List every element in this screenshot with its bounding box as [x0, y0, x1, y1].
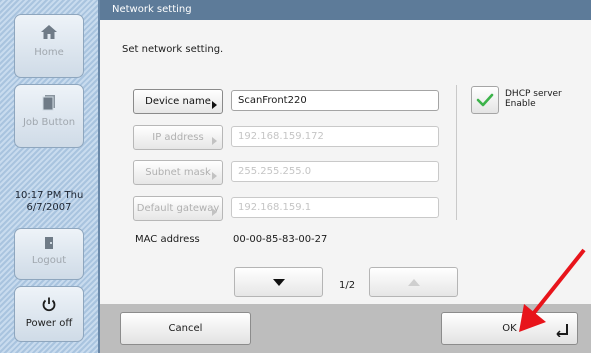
page-up-button[interactable]	[369, 267, 458, 297]
clock-date: 6/7/2007	[26, 202, 72, 213]
home-icon	[41, 25, 57, 39]
arrow-down-icon	[273, 279, 285, 286]
cancel-button-label: Cancel	[168, 323, 203, 334]
clock-time: 10:17 PM Thu	[14, 190, 84, 201]
main-panel: Network setting Set network setting. Dev…	[100, 0, 591, 353]
page-indicator: 1/2	[339, 280, 356, 291]
subnet-mask-field[interactable]: 255.255.255.0	[231, 161, 439, 182]
arrow-up-icon	[408, 279, 420, 286]
home-label: Home	[34, 47, 64, 58]
default-gateway-field[interactable]: 192.168.159.1	[231, 197, 439, 218]
logout-label: Logout	[31, 255, 67, 266]
dhcp-checkbox[interactable]	[471, 86, 499, 114]
ip-address-field[interactable]: 192.168.159.172	[231, 126, 439, 147]
ip-address-button-label: IP address	[152, 132, 204, 143]
ok-button-label: OK	[502, 323, 517, 334]
screen: Home Job Button 10:17 PM Thu 6/7/2007 Lo…	[0, 0, 591, 353]
power-off-button[interactable]: Power off	[14, 286, 84, 342]
clock: 10:17 PM Thu 6/7/2007	[0, 190, 98, 214]
default-gateway-button-label: Default gateway	[136, 203, 220, 214]
job-button[interactable]: Job Button	[14, 84, 84, 148]
home-button[interactable]: Home	[14, 14, 84, 78]
job-button-label: Job Button	[22, 117, 76, 128]
default-gateway-button[interactable]: Default gateway	[133, 196, 223, 221]
ip-address-button[interactable]: IP address	[133, 125, 223, 150]
right-arrow-icon	[212, 172, 217, 180]
device-name-button-label: Device name	[145, 96, 211, 107]
mac-address-label: MAC address	[135, 234, 200, 245]
right-arrow-icon	[212, 208, 217, 216]
right-arrow-icon	[212, 137, 217, 145]
device-name-field[interactable]: ScanFront220	[231, 90, 439, 111]
ok-button[interactable]: OK	[441, 312, 578, 345]
page-down-button[interactable]	[234, 267, 323, 297]
cancel-button[interactable]: Cancel	[120, 312, 251, 345]
vertical-divider	[456, 85, 457, 220]
window-title: Network setting	[100, 0, 591, 20]
logout-button[interactable]: Logout	[14, 228, 84, 280]
power-icon	[42, 297, 56, 312]
enter-icon	[556, 324, 568, 337]
dhcp-label-line2: Enable	[505, 99, 536, 109]
dhcp-label: DHCP server Enable	[505, 89, 562, 109]
logout-icon	[45, 237, 53, 249]
checkmark-icon	[476, 93, 494, 107]
sidebar: Home Job Button 10:17 PM Thu 6/7/2007 Lo…	[0, 0, 100, 353]
subnet-mask-button-label: Subnet mask	[145, 167, 211, 178]
instruction-text: Set network setting.	[122, 44, 224, 55]
mac-address-value: 00-00-85-83-00-27	[233, 234, 328, 245]
device-name-button[interactable]: Device name	[133, 89, 223, 114]
dhcp-label-line1: DHCP server	[505, 89, 562, 99]
subnet-mask-button[interactable]: Subnet mask	[133, 160, 223, 185]
job-button-icon	[42, 95, 55, 111]
power-off-label: Power off	[25, 318, 73, 329]
right-arrow-icon	[212, 101, 217, 109]
